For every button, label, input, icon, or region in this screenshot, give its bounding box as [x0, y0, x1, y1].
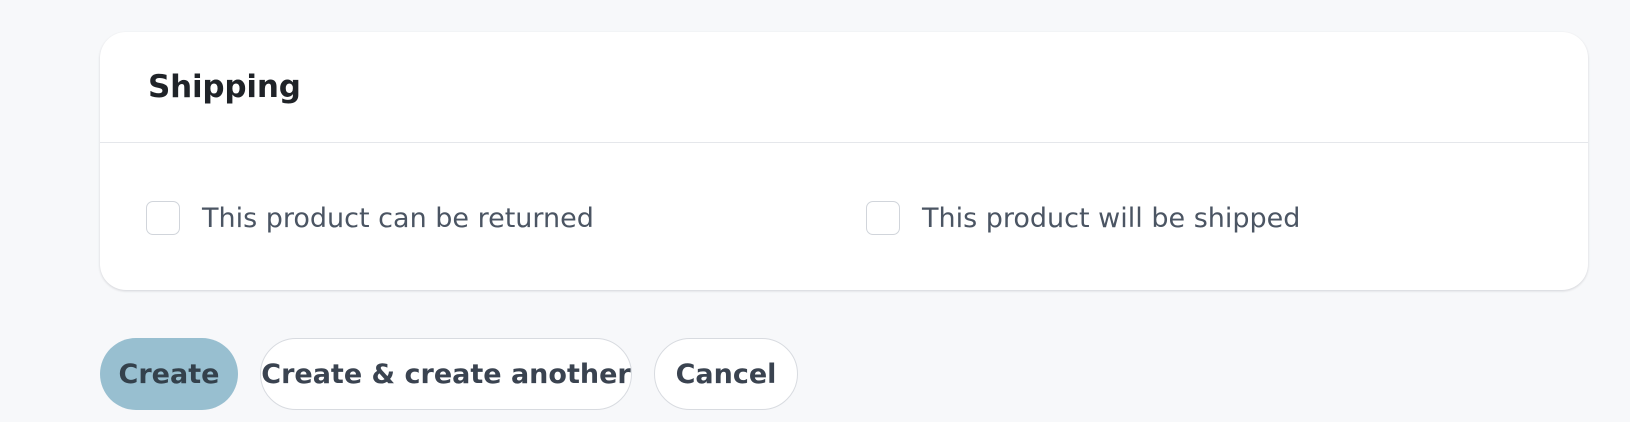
returnable-option[interactable]: This product can be returned — [146, 201, 594, 235]
returnable-checkbox[interactable] — [146, 201, 180, 235]
cancel-button[interactable]: Cancel — [654, 338, 798, 410]
section-title: Shipping — [148, 69, 301, 105]
shipping-card-header: Shipping — [100, 32, 1588, 143]
returnable-label: This product can be returned — [202, 202, 594, 234]
shipped-label: This product will be shipped — [922, 202, 1301, 234]
create-another-button[interactable]: Create & create another — [260, 338, 632, 410]
create-button[interactable]: Create — [100, 338, 238, 410]
shipped-checkbox[interactable] — [866, 201, 900, 235]
form-actions: Create Create & create another Cancel — [100, 338, 798, 410]
shipping-card: Shipping This product can be returned Th… — [100, 32, 1588, 290]
shipped-option[interactable]: This product will be shipped — [866, 201, 1300, 235]
shipping-card-body: This product can be returned This produc… — [100, 143, 1588, 290]
